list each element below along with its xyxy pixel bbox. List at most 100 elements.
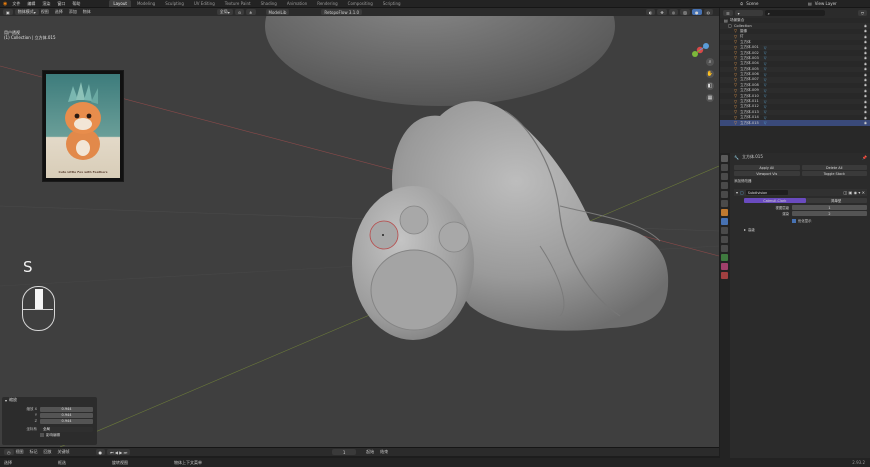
- workspace-tab[interactable]: Animation: [283, 0, 311, 7]
- eye-icon[interactable]: ◉: [864, 56, 867, 60]
- main-menu-item[interactable]: 渲染: [42, 1, 50, 7]
- workspace-tab[interactable]: Scripting: [379, 0, 405, 7]
- workspace-tab[interactable]: UV Editing: [190, 0, 219, 7]
- timeline-menu-playback[interactable]: 回放: [44, 449, 52, 455]
- eye-icon[interactable]: ◉: [864, 110, 867, 114]
- delete-all-button[interactable]: Delete All: [801, 165, 867, 170]
- main-menu-item[interactable]: 帮助: [72, 1, 80, 7]
- gizmo-icon[interactable]: ✥: [657, 9, 667, 15]
- expand-arrow-icon[interactable]: ▾: [736, 190, 738, 195]
- collapse-arrow-icon[interactable]: ▾: [5, 398, 7, 403]
- material-tab-icon[interactable]: [721, 263, 728, 270]
- timeline-menu-marker[interactable]: 标记: [30, 449, 38, 455]
- scene-tab-icon[interactable]: [721, 191, 728, 198]
- eye-icon[interactable]: ◉: [864, 89, 867, 93]
- xray-icon[interactable]: ▨: [680, 9, 690, 15]
- data-tab-icon[interactable]: [721, 254, 728, 261]
- scene-label[interactable]: Scene: [746, 1, 758, 6]
- perspective-grid-icon[interactable]: ▦: [706, 94, 714, 102]
- visibility-icon[interactable]: ◐: [645, 9, 656, 15]
- world-tab-icon[interactable]: [721, 200, 728, 207]
- camera-view-icon[interactable]: ◧: [706, 82, 714, 90]
- view-layer-label[interactable]: View Layer: [815, 1, 837, 6]
- constraints-tab-icon[interactable]: [721, 245, 728, 252]
- catmull-clark-tab[interactable]: Catmull-Clark: [744, 198, 806, 203]
- add-modifier-label[interactable]: 添加修改器: [734, 179, 752, 184]
- main-menu-item[interactable]: 窗口: [57, 1, 65, 7]
- eye-icon[interactable]: ◉: [864, 116, 867, 120]
- eye-icon[interactable]: ◉: [864, 94, 867, 98]
- render-levels-field[interactable]: 2: [792, 211, 867, 216]
- menu-object[interactable]: 物体: [83, 9, 91, 15]
- orientation-selector[interactable]: 全局 ▾: [216, 9, 233, 15]
- simple-tab[interactable]: 简单型: [805, 198, 867, 203]
- pan-hand-icon[interactable]: ✋: [706, 70, 714, 78]
- workspace-tab[interactable]: Modeling: [133, 0, 159, 7]
- pin-icon[interactable]: 📌: [862, 155, 867, 160]
- main-menu-item[interactable]: 编辑: [27, 1, 35, 7]
- workspace-tab[interactable]: Texture Paint: [221, 0, 255, 7]
- eye-icon[interactable]: ◉: [864, 121, 867, 125]
- optimal-display-checkbox[interactable]: [792, 218, 796, 223]
- modifier-toggles-icon[interactable]: ◫ ▣ ◉ ▾ ✕: [844, 190, 866, 195]
- outliner-filter-icon[interactable]: ⛉: [858, 10, 867, 16]
- eye-icon[interactable]: ◉: [864, 24, 867, 28]
- 3d-viewport[interactable]: 用户透视 (1) Collection | 立方体.015 Cute Littl…: [0, 16, 719, 447]
- pivot-icon[interactable]: ⊙: [234, 9, 245, 15]
- eye-icon[interactable]: ◉: [864, 35, 867, 39]
- addon-modellib-button[interactable]: ModelLib: [265, 9, 290, 15]
- affect-checkbox[interactable]: [40, 433, 44, 437]
- orientation-dropdown[interactable]: 全局: [40, 426, 93, 432]
- outliner-editor-icon[interactable]: ☰: [723, 10, 733, 16]
- texture-tab-icon[interactable]: [721, 272, 728, 279]
- timeline-menu-view[interactable]: 视图: [16, 449, 24, 455]
- object-tab-icon[interactable]: [721, 209, 728, 216]
- scale-z-field[interactable]: 0.944: [40, 418, 93, 424]
- workspace-tab[interactable]: Shading: [257, 0, 281, 7]
- eye-icon[interactable]: ◉: [864, 46, 867, 50]
- shading-material-icon[interactable]: ◍: [703, 9, 713, 15]
- scale-y-field[interactable]: 0.944: [40, 412, 93, 418]
- workspace-tab[interactable]: Sculpting: [161, 0, 188, 7]
- output-tab-icon[interactable]: [721, 173, 728, 180]
- eye-icon[interactable]: ◉: [864, 105, 867, 109]
- overlay-icon[interactable]: ◎: [668, 9, 679, 15]
- advanced-arrow-icon[interactable]: ▸: [744, 227, 746, 232]
- zoom-icon[interactable]: ⌕: [706, 58, 714, 66]
- menu-view[interactable]: 视图: [41, 9, 49, 15]
- play-controls[interactable]: ⏮ ◀ ▶ ⏭: [107, 449, 131, 455]
- tool-tab-icon[interactable]: [721, 155, 728, 162]
- scale-x-field[interactable]: 0.944: [40, 406, 93, 412]
- particles-tab-icon[interactable]: [721, 227, 728, 234]
- eye-icon[interactable]: ◉: [864, 51, 867, 55]
- editor-type-button[interactable]: ▣: [3, 9, 13, 15]
- reference-image[interactable]: Cute Little Fox with Feathers: [42, 70, 124, 182]
- menu-select[interactable]: 选择: [55, 9, 63, 15]
- retopoflow-button[interactable]: RetopoFlow 3.1.0: [321, 9, 363, 15]
- advanced-label[interactable]: 高级: [748, 227, 755, 232]
- apply-all-button[interactable]: Apply All: [734, 165, 800, 170]
- eye-icon[interactable]: ◉: [864, 29, 867, 33]
- snap-icon[interactable]: ⋔: [246, 9, 256, 15]
- timeline-editor-icon[interactable]: ◷: [4, 449, 14, 455]
- mode-selector[interactable]: 物体模式 ▾: [14, 9, 39, 15]
- eye-icon[interactable]: ◉: [864, 40, 867, 44]
- current-frame-field[interactable]: 1: [332, 449, 357, 455]
- viewport-vis-button[interactable]: Viewport Vis: [734, 171, 800, 176]
- view-layer-tab-icon[interactable]: [721, 182, 728, 189]
- timeline-menu-keyframe[interactable]: 关键帧: [58, 449, 70, 455]
- outliner-item[interactable]: ▽ 立方体.015 ▽ ◉: [720, 120, 870, 126]
- outliner-filter-dropdown[interactable]: ▾: [734, 10, 763, 16]
- eye-icon[interactable]: ◉: [864, 67, 867, 71]
- render-tab-icon[interactable]: [721, 164, 728, 171]
- physics-tab-icon[interactable]: [721, 236, 728, 243]
- outliner-search-input[interactable]: ⌕: [764, 10, 825, 16]
- eye-icon[interactable]: ◉: [864, 83, 867, 87]
- eye-icon[interactable]: ◉: [864, 62, 867, 66]
- workspace-tab[interactable]: Layout: [109, 0, 131, 7]
- eye-icon[interactable]: ◉: [864, 100, 867, 104]
- levels-viewport-field[interactable]: 1: [792, 205, 867, 210]
- main-menu-item[interactable]: 文件: [12, 1, 20, 7]
- modifier-tab-icon[interactable]: [721, 218, 728, 225]
- eye-icon[interactable]: ◉: [864, 73, 867, 77]
